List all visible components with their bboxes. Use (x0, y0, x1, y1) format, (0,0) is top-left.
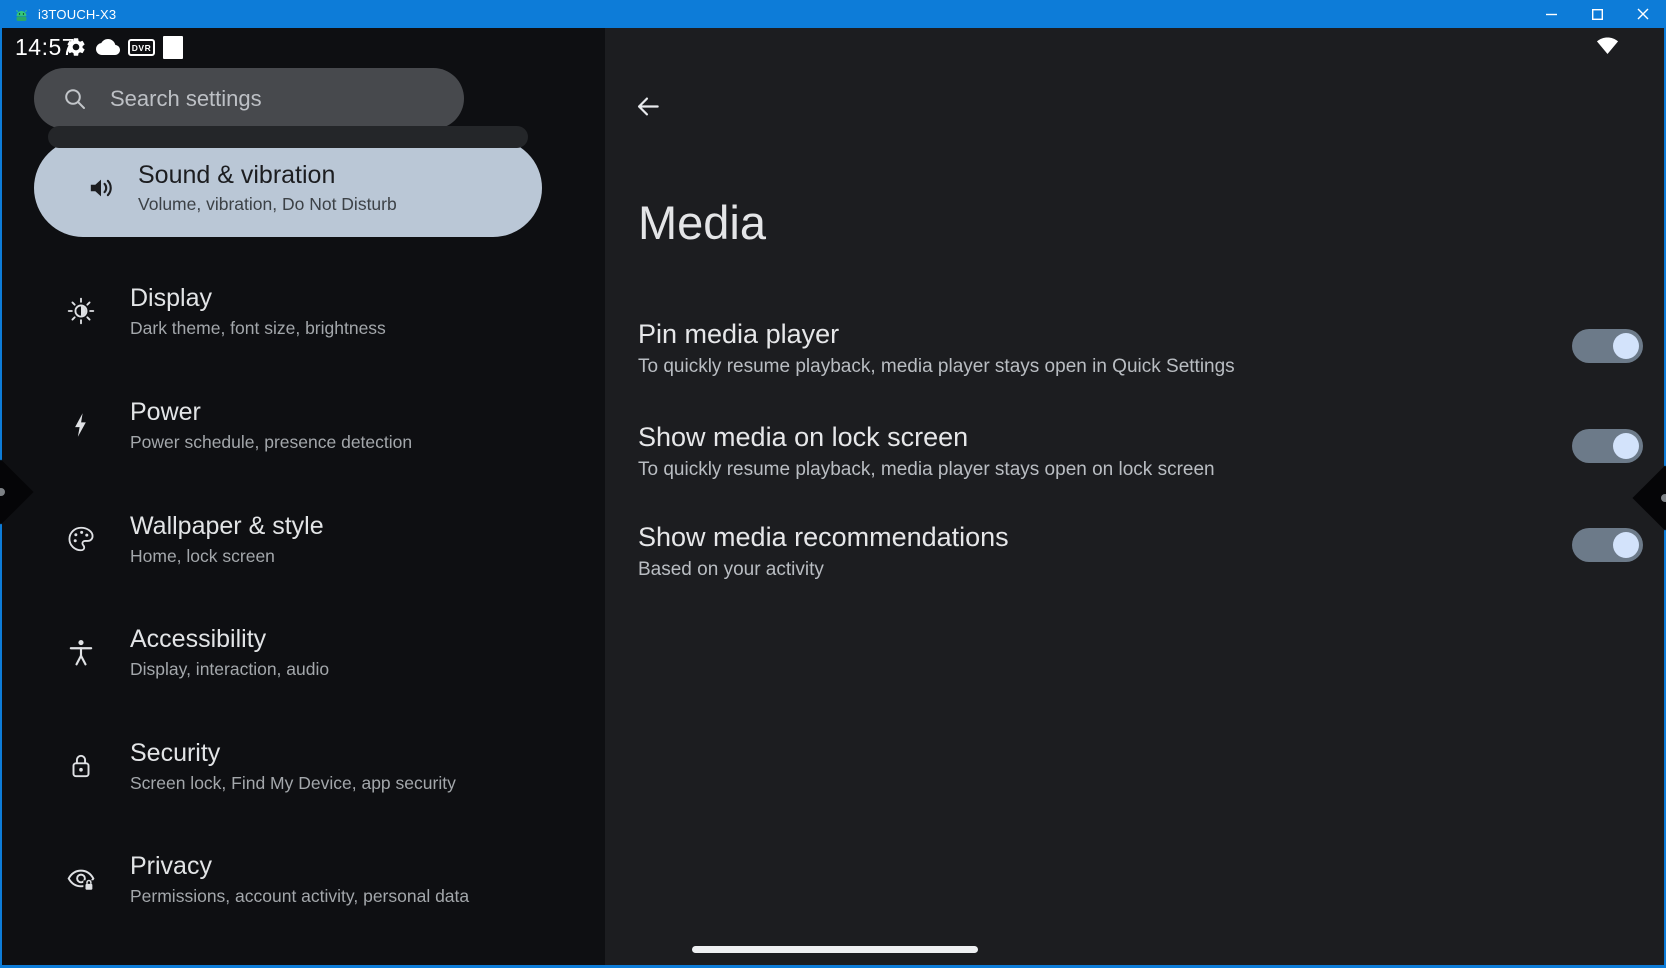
sidebar-item-subtitle: Screen lock, Find My Device, app securit… (130, 771, 456, 795)
setting-title: Show media recommendations (638, 521, 1518, 554)
speaker-icon (86, 173, 116, 203)
setting-title: Show media on lock screen (638, 421, 1518, 454)
blank-screen-icon (163, 36, 183, 59)
lightning-bolt-icon (66, 410, 96, 440)
sidebar-item-accessibility[interactable]: Accessibility Display, interaction, audi… (2, 613, 572, 691)
sidebar-item-power[interactable]: Power Power schedule, presence detection (2, 386, 572, 464)
toggle-thumb (1613, 433, 1639, 459)
sidebar-item-text: Power Power schedule, presence detection (130, 397, 412, 454)
sidebar-item-text: Sound & vibration Volume, vibration, Do … (138, 160, 397, 216)
brightness-icon (66, 296, 96, 326)
window-titlebar: i3TOUCH-X3 (0, 0, 1666, 28)
cloud-icon (96, 38, 120, 55)
android-app-icon (12, 5, 30, 23)
toggle-show-media-lock-screen[interactable] (1572, 429, 1643, 463)
sidebar-item-text: Accessibility Display, interaction, audi… (130, 624, 329, 681)
sidebar-item-subtitle: Volume, vibration, Do Not Disturb (138, 192, 397, 216)
sidebar-item-title: Display (130, 283, 386, 313)
search-icon (62, 86, 88, 112)
handle-dot-icon (1659, 492, 1666, 503)
sidebar-item-title: Wallpaper & style (130, 511, 324, 541)
sidebar-item-text: Privacy Permissions, account activity, p… (130, 851, 469, 908)
sidebar-item-title: Power (130, 397, 412, 427)
search-input[interactable]: Search settings (34, 68, 464, 129)
setting-subtitle: To quickly resume playback, media player… (638, 354, 1518, 379)
android-screen: Search settings Sound & vibration Volume… (0, 28, 1666, 968)
back-arrow-icon (634, 93, 661, 120)
sidebar-item-title: Sound & vibration (138, 160, 397, 190)
accessibility-person-icon (66, 637, 96, 667)
minimize-button[interactable] (1528, 0, 1574, 28)
sidebar-item-subtitle: Permissions, account activity, personal … (130, 884, 469, 908)
setting-subtitle: To quickly resume playback, media player… (638, 457, 1518, 482)
gesture-navigation-bar[interactable] (692, 946, 978, 953)
lock-icon (66, 751, 96, 781)
settings-gear-icon (65, 36, 87, 58)
setting-subtitle: Based on your activity (638, 557, 1518, 582)
toggle-show-media-recommendations[interactable] (1572, 528, 1643, 562)
window-title: i3TOUCH-X3 (38, 7, 116, 22)
sidebar-item-display[interactable]: Display Dark theme, font size, brightnes… (2, 272, 572, 350)
sidebar-item-wallpaper-style[interactable]: Wallpaper & style Home, lock screen (2, 500, 572, 578)
sidebar-item-subtitle: Home, lock screen (130, 544, 324, 568)
sidebar-item-security[interactable]: Security Screen lock, Find My Device, ap… (2, 727, 572, 805)
close-button[interactable] (1620, 0, 1666, 28)
previous-item-card-edge (48, 126, 528, 148)
sidebar-item-subtitle: Power schedule, presence detection (130, 430, 412, 454)
back-button[interactable] (629, 88, 665, 124)
sidebar-item-title: Privacy (130, 851, 469, 881)
dvr-badge-icon: DVR (128, 39, 155, 56)
minimize-icon (1546, 9, 1557, 20)
search-placeholder: Search settings (110, 86, 262, 112)
setting-row-show-media-lock-screen[interactable]: Show media on lock screen To quickly res… (638, 421, 1518, 482)
settings-sidebar: Search settings Sound & vibration Volume… (2, 28, 605, 965)
media-settings-panel: Media Pin media player To quickly resume… (605, 28, 1664, 965)
sidebar-item-privacy[interactable]: Privacy Permissions, account activity, p… (2, 840, 572, 918)
setting-row-pin-media-player[interactable]: Pin media player To quickly resume playb… (638, 318, 1518, 379)
sidebar-item-subtitle: Display, interaction, audio (130, 657, 329, 681)
setting-row-show-media-recommendations[interactable]: Show media recommendations Based on your… (638, 521, 1518, 582)
handle-dot-icon (0, 486, 7, 497)
android-status-bar: 14:57 DVR (2, 28, 1664, 62)
sidebar-item-sound-vibration[interactable]: Sound & vibration Volume, vibration, Do … (34, 139, 542, 237)
maximize-button[interactable] (1574, 0, 1620, 28)
wifi-icon (1596, 35, 1619, 54)
sidebar-item-subtitle: Dark theme, font size, brightness (130, 316, 386, 340)
toggle-thumb (1613, 333, 1639, 359)
sidebar-item-text: Display Dark theme, font size, brightnes… (130, 283, 386, 340)
setting-title: Pin media player (638, 318, 1518, 351)
palette-icon (66, 524, 96, 554)
sidebar-item-title: Security (130, 738, 456, 768)
window-controls (1528, 0, 1666, 28)
sidebar-item-text: Wallpaper & style Home, lock screen (130, 511, 324, 568)
eye-lock-icon (66, 864, 96, 894)
app-window: i3TOUCH-X3 Search settings (0, 0, 1666, 968)
close-icon (1637, 8, 1649, 20)
sidebar-item-title: Accessibility (130, 624, 329, 654)
sidebar-item-text: Security Screen lock, Find My Device, ap… (130, 738, 456, 795)
toggle-thumb (1613, 532, 1639, 558)
maximize-icon (1592, 9, 1603, 20)
toggle-pin-media-player[interactable] (1572, 329, 1643, 363)
page-title: Media (638, 196, 766, 250)
